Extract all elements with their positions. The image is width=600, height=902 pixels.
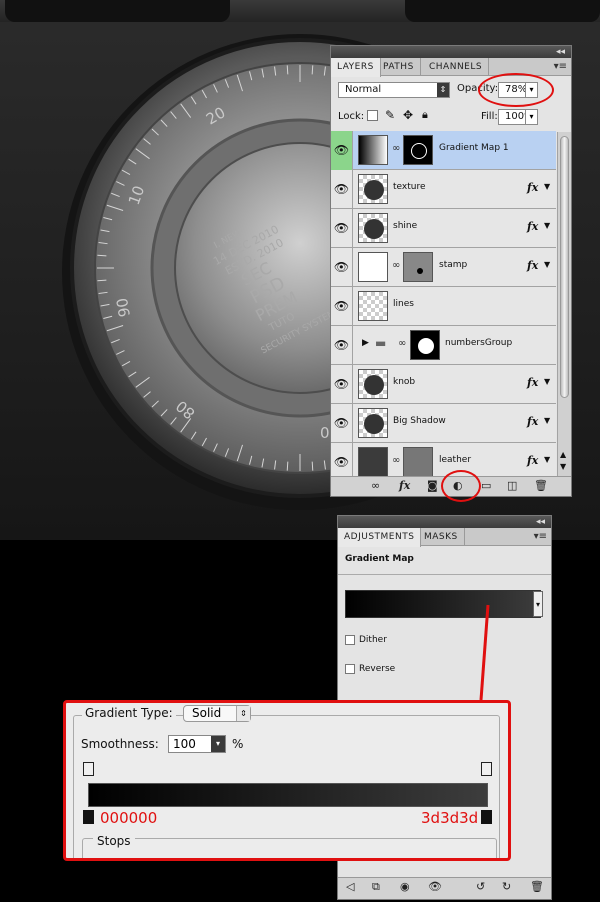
smoothness-unit: % (232, 737, 244, 751)
opacity-stop-left[interactable] (83, 762, 94, 776)
left-stop-color-text: 000000 (100, 809, 158, 827)
gradient-type-value: Solid (192, 706, 222, 720)
smoothness-value: 100 (173, 737, 196, 751)
gradient-editor-callout: Gradient Type: Solid ⇕ Smoothness: 100 ▾… (63, 700, 511, 861)
color-stop-right[interactable] (481, 810, 492, 824)
select-arrow-icon: ⇕ (236, 706, 250, 721)
color-stop-left[interactable] (83, 810, 94, 824)
stops-group (82, 838, 497, 858)
smoothness-label: Smoothness: (81, 737, 159, 751)
right-stop-color-text: 3d3d3d (421, 809, 479, 827)
stops-label: Stops (93, 834, 135, 848)
smoothness-arrow-icon[interactable]: ▾ (211, 736, 225, 752)
opacity-stop-right[interactable] (481, 762, 492, 776)
gradient-type-select[interactable]: Solid ⇕ (183, 705, 251, 722)
gradient-bar[interactable] (88, 783, 488, 807)
smoothness-input[interactable]: 100 ▾ (168, 735, 226, 753)
gradient-type-label: Gradient Type: (82, 706, 176, 720)
